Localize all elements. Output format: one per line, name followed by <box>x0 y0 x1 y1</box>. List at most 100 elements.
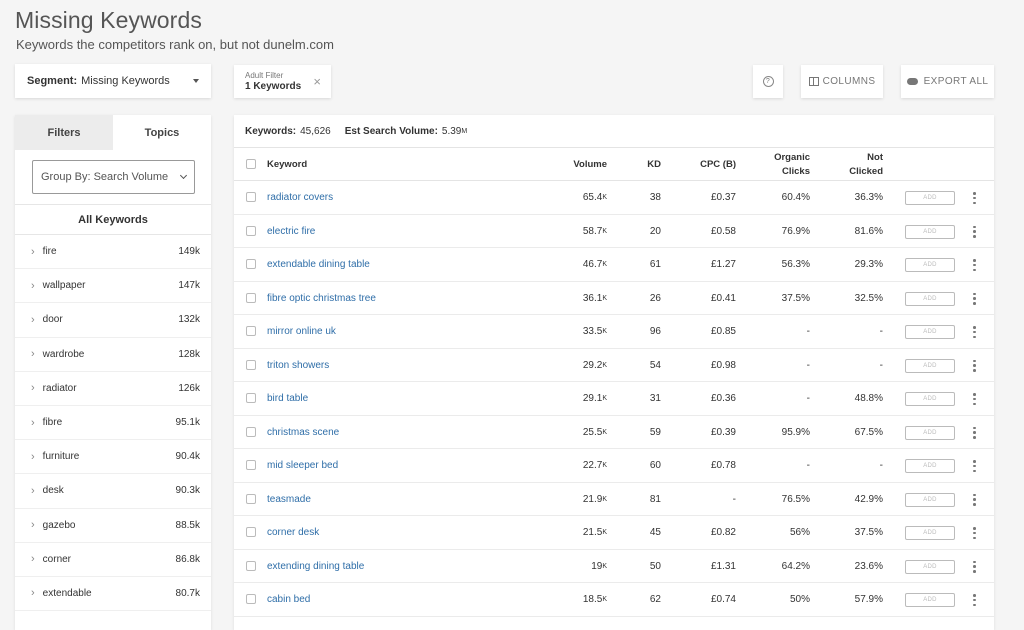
not-clicked-cell: 32.5% <box>854 292 883 304</box>
group-by-select[interactable]: Group By: Search Volume <box>32 160 195 194</box>
more-options-icon[interactable] <box>973 393 976 405</box>
add-button[interactable]: ADD <box>905 358 955 373</box>
keyword-link[interactable]: extending dining table <box>267 550 364 583</box>
table-row: fibre optic christmas tree 36.1 K 26 £0.41 37… <box>234 282 994 315</box>
keyword-link[interactable]: cabin bed <box>267 583 310 616</box>
row-checkbox[interactable] <box>246 225 256 236</box>
kd-cell: 26 <box>649 292 661 304</box>
volume-cell: 65.4 K <box>583 181 607 214</box>
add-button[interactable]: ADD <box>905 459 955 473</box>
row-checkbox[interactable] <box>246 527 256 537</box>
column-organic-line1: Organic <box>774 151 810 163</box>
row-checkbox[interactable] <box>246 192 256 202</box>
table-row: mid sleeper bed 22.7 K 60 £0.78 - - ADD <box>234 449 994 483</box>
topic-item[interactable]: › corner 86.8k <box>15 543 211 577</box>
add-button[interactable]: ADD <box>905 559 955 574</box>
topic-item[interactable]: › desk 90.3k <box>15 474 211 509</box>
volume-cell: 46.7 K <box>583 248 607 281</box>
all-keywords-heading[interactable]: All Keywords <box>15 204 211 234</box>
keyword-link[interactable]: teasmade <box>267 483 311 516</box>
topic-item[interactable]: › door 132k <box>15 303 211 338</box>
topic-item[interactable]: › fibre 95.1k <box>15 406 211 441</box>
keyword-link[interactable]: fibre optic christmas tree <box>267 282 376 315</box>
topic-name: extendable <box>42 587 92 599</box>
keyword-link[interactable]: corner desk <box>267 516 319 549</box>
row-checkbox[interactable] <box>246 359 256 370</box>
column-organic-clicks[interactable]: Organic Clicks <box>774 148 810 181</box>
add-button[interactable]: ADD <box>905 258 955 272</box>
topic-item[interactable]: › fire 149k <box>15 235 211 270</box>
more-options-icon[interactable] <box>973 292 976 305</box>
more-options-icon[interactable] <box>973 192 976 204</box>
chevron-right-icon: › <box>31 416 35 429</box>
add-button[interactable]: ADD <box>905 392 955 406</box>
more-options-icon[interactable] <box>973 493 976 506</box>
topic-item[interactable]: › wallpaper 147k <box>15 269 211 304</box>
keyword-link[interactable]: mirror online uk <box>267 315 336 348</box>
topic-item[interactable]: › extendable 80.7k <box>15 577 211 612</box>
keyword-link[interactable]: electric fire <box>267 215 315 248</box>
table-row: christmas scene 25.5 K 59 £0.39 95.9% 67.5% ADD <box>234 416 994 449</box>
more-options-icon[interactable] <box>973 594 976 606</box>
row-checkbox[interactable] <box>246 426 256 437</box>
more-options-icon[interactable] <box>973 560 976 573</box>
topic-item[interactable]: › gazebo 88.5k <box>15 509 211 543</box>
keyword-link[interactable]: mid sleeper bed <box>267 449 338 482</box>
more-options-icon[interactable] <box>973 225 976 238</box>
keyword-link[interactable]: extendable dining table <box>267 248 370 281</box>
more-options-icon[interactable] <box>973 359 976 372</box>
add-button[interactable]: ADD <box>905 325 955 339</box>
select-all-checkbox[interactable] <box>246 159 256 169</box>
keyword-link[interactable]: christmas scene <box>267 416 339 449</box>
columns-button[interactable]: COLUMNS <box>801 65 883 98</box>
add-button[interactable]: ADD <box>905 224 955 239</box>
row-checkbox[interactable] <box>246 326 256 336</box>
add-button[interactable]: ADD <box>905 291 955 306</box>
add-button[interactable]: ADD <box>905 526 955 540</box>
add-button[interactable]: ADD <box>905 492 955 507</box>
volume-unit: K <box>602 227 607 235</box>
more-options-icon[interactable] <box>973 527 976 539</box>
add-button[interactable]: ADD <box>905 593 955 607</box>
topic-count: 90.3k <box>175 485 200 497</box>
segment-dropdown[interactable]: Segment: Missing Keywords <box>15 64 211 98</box>
table-body: radiator covers 65.4 K 38 £0.37 60.4% 36.3% ADD… <box>234 181 994 617</box>
close-icon[interactable]: × <box>313 75 321 88</box>
organic-clicks-cell: 64.2% <box>781 560 810 572</box>
tab-filters[interactable]: Filters <box>15 115 113 150</box>
column-not-clicked[interactable]: Not Clicked <box>849 148 883 181</box>
kd-cell: 59 <box>649 426 661 438</box>
keyword-link[interactable]: radiator covers <box>267 181 333 214</box>
row-checkbox[interactable] <box>246 460 256 470</box>
row-checkbox[interactable] <box>246 393 256 403</box>
tab-topics[interactable]: Topics <box>113 115 211 150</box>
help-button[interactable]: ? <box>753 65 783 98</box>
more-options-icon[interactable] <box>973 460 976 472</box>
organic-clicks-cell: - <box>806 393 810 404</box>
more-options-icon[interactable] <box>973 326 976 338</box>
keyword-link[interactable]: bird table <box>267 382 308 415</box>
column-volume[interactable]: Volume <box>573 148 607 181</box>
table-header: Keyword Volume KD CPC (B) Organic Clicks … <box>234 148 994 181</box>
row-checkbox[interactable] <box>246 259 256 269</box>
adult-filter-chip[interactable]: Adult Filter 1 Keywords × <box>234 65 331 98</box>
export-all-button[interactable]: EXPORT ALL <box>901 65 994 98</box>
column-cpc[interactable]: CPC (B) <box>700 148 736 181</box>
column-keyword[interactable]: Keyword <box>267 148 307 181</box>
search-volume-unit: M <box>461 127 468 135</box>
topic-item[interactable]: › wardrobe 128k <box>15 338 211 372</box>
row-checkbox[interactable] <box>246 560 256 571</box>
topic-name: desk <box>42 485 64 497</box>
row-checkbox[interactable] <box>246 594 256 604</box>
row-checkbox[interactable] <box>246 493 256 504</box>
more-options-icon[interactable] <box>973 259 976 271</box>
table-row: mirror online uk 33.5 K 96 £0.85 - - ADD <box>234 315 994 349</box>
add-button[interactable]: ADD <box>905 425 955 440</box>
topic-item[interactable]: › radiator 126k <box>15 372 211 406</box>
more-options-icon[interactable] <box>973 426 976 439</box>
row-checkbox[interactable] <box>246 292 256 303</box>
topic-item[interactable]: › furniture 90.4k <box>15 440 211 475</box>
add-button[interactable]: ADD <box>905 191 955 205</box>
column-kd[interactable]: KD <box>647 148 661 181</box>
keyword-link[interactable]: triton showers <box>267 349 329 382</box>
